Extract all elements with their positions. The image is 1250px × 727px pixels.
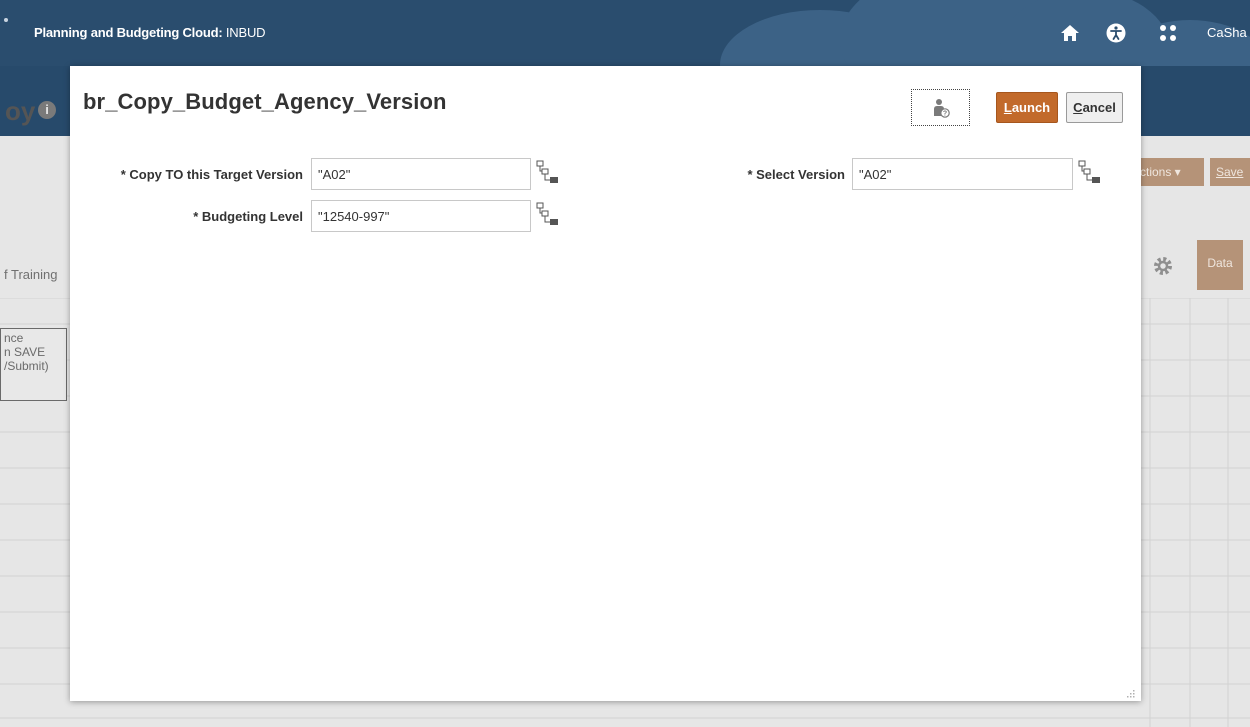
copy-target-version-input[interactable] bbox=[311, 158, 531, 190]
app-title: Planning and Budgeting Cloud: INBUD bbox=[34, 25, 266, 40]
navigator-grid-icon[interactable] bbox=[1155, 20, 1181, 46]
home-icon[interactable] bbox=[1057, 20, 1083, 46]
background-tab-training: f Training bbox=[4, 267, 58, 282]
cancel-button-label: Cancel bbox=[1073, 100, 1116, 115]
user-menu[interactable]: CaSha bbox=[1207, 25, 1247, 40]
cell-line: nce bbox=[4, 331, 24, 345]
copy-target-version-label: * Copy TO this Target Version bbox=[120, 167, 303, 182]
user-help-icon: ? bbox=[933, 98, 950, 118]
app-title-product: Planning and Budgeting Cloud: bbox=[34, 25, 223, 40]
cell-line: n SAVE bbox=[4, 345, 46, 359]
cell-line: /Submit) bbox=[4, 359, 49, 373]
cancel-button[interactable]: Cancel bbox=[1066, 92, 1123, 123]
select-version-input[interactable] bbox=[852, 158, 1073, 190]
help-button[interactable]: ? bbox=[911, 89, 970, 126]
gear-icon bbox=[1152, 255, 1174, 277]
top-navigation-bar: Planning and Budgeting Cloud: INBUD CaSh… bbox=[0, 0, 1250, 66]
svg-text:?: ? bbox=[942, 110, 946, 117]
background-data-button: Data bbox=[1197, 240, 1243, 290]
member-selector-icon[interactable] bbox=[536, 202, 560, 226]
budgeting-level-label: * Budgeting Level bbox=[193, 209, 303, 224]
background-page-title: oy bbox=[5, 96, 36, 126]
resize-handle[interactable] bbox=[1125, 685, 1135, 698]
actions-menu-button: ctions ▾ bbox=[1134, 158, 1204, 186]
select-version-label: * Select Version bbox=[747, 167, 845, 182]
member-selector-icon[interactable] bbox=[1078, 160, 1102, 184]
launch-button[interactable]: Launch bbox=[996, 92, 1058, 123]
accessibility-icon[interactable] bbox=[1103, 20, 1129, 46]
dialog-title: br_Copy_Budget_Agency_Version bbox=[83, 89, 447, 114]
budgeting-level-input[interactable] bbox=[311, 200, 531, 232]
launch-button-label: Launch bbox=[1003, 100, 1051, 115]
info-icon: i bbox=[38, 101, 56, 119]
brand-logo[interactable] bbox=[4, 18, 8, 22]
runtime-prompt-dialog: br_Copy_Budget_Agency_Version ? Launch C… bbox=[70, 66, 1141, 701]
background-grid-cell: nce n SAVE /Submit) bbox=[0, 328, 67, 401]
app-title-environment: INBUD bbox=[225, 25, 266, 40]
member-selector-icon[interactable] bbox=[536, 160, 560, 184]
background-save-button: Save bbox=[1210, 158, 1250, 186]
